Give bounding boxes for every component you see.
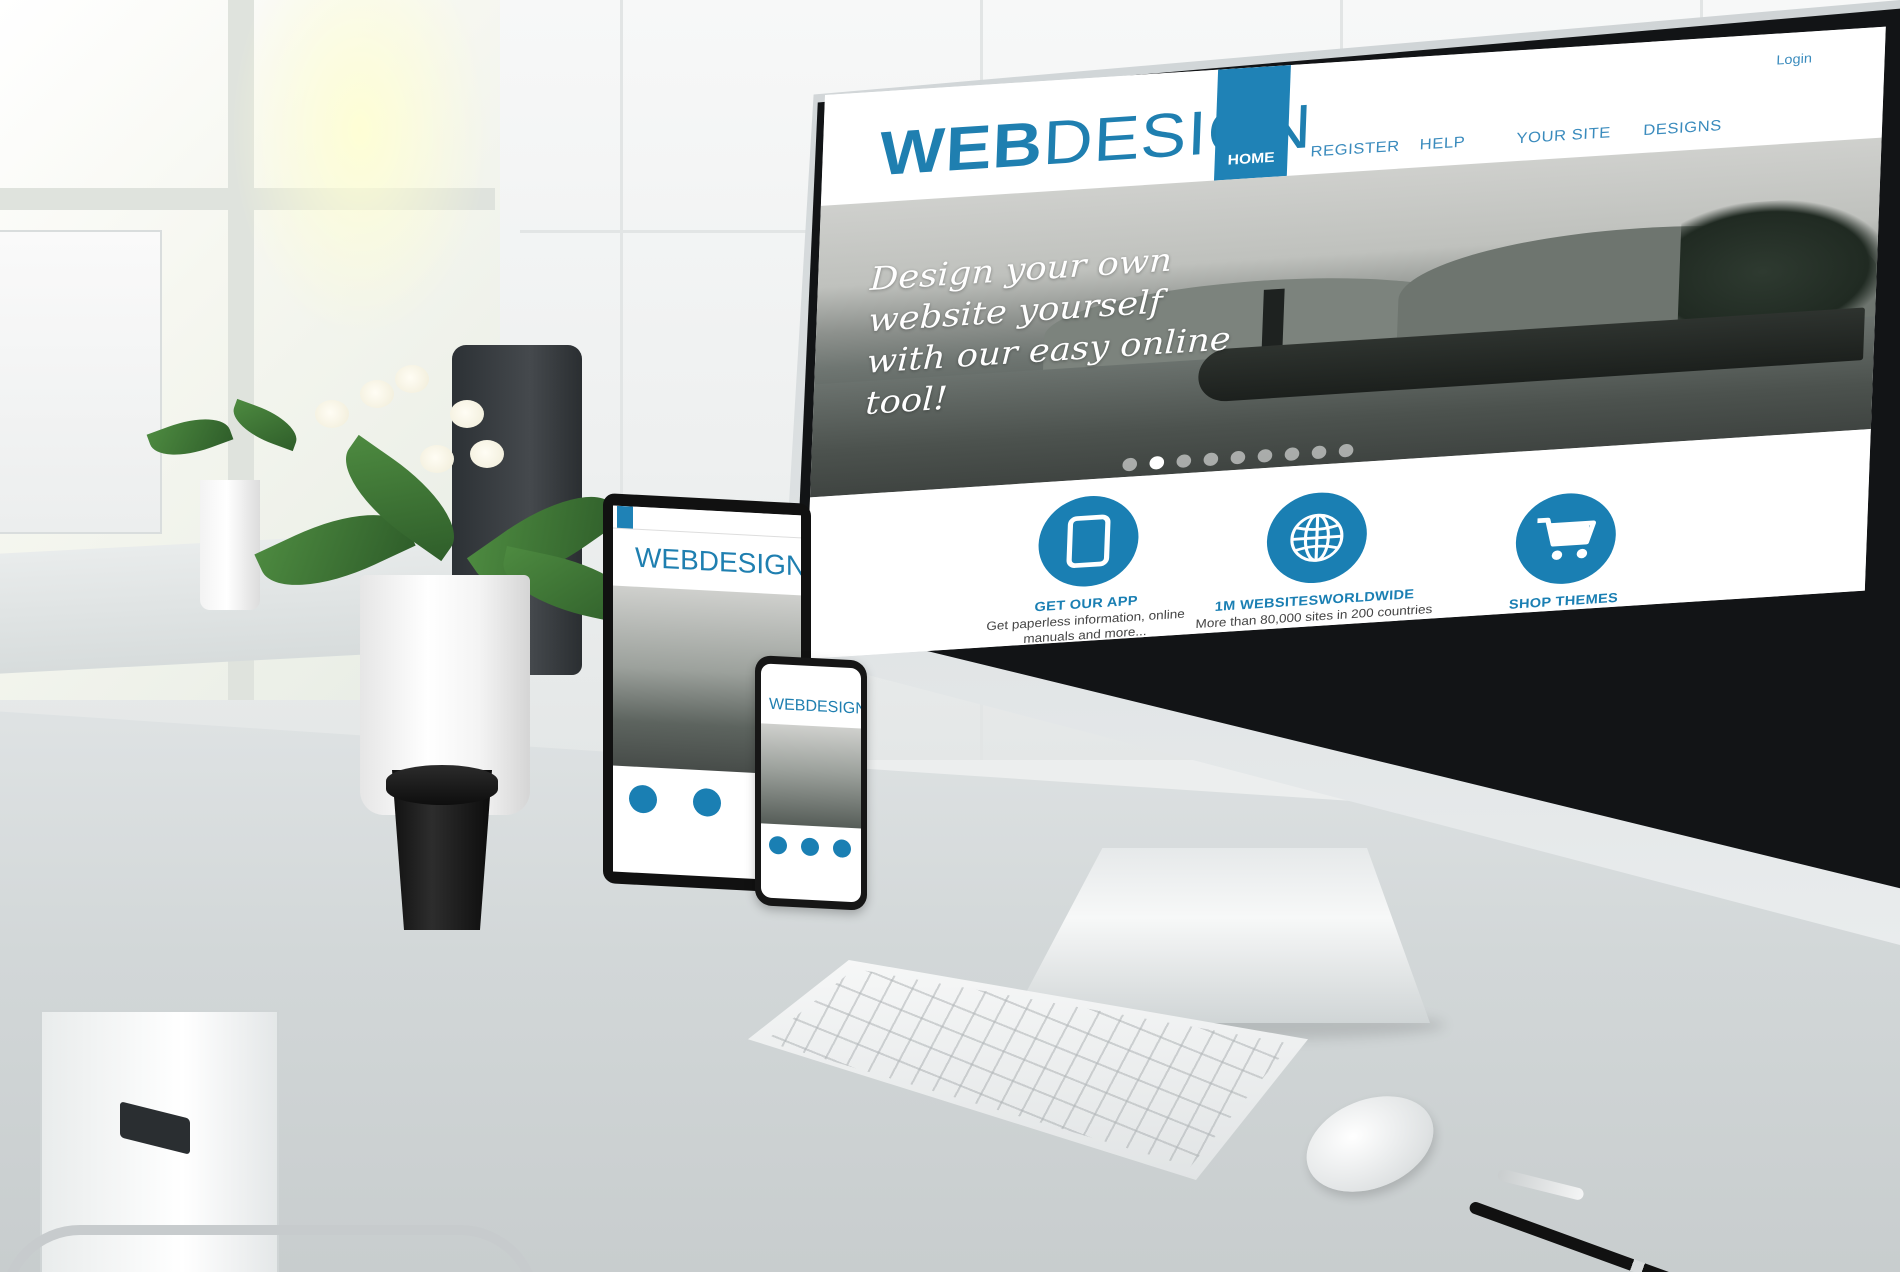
cart-icon: [833, 839, 851, 859]
slider-dot[interactable]: [1203, 452, 1219, 467]
slider-dot[interactable]: [1311, 445, 1327, 460]
tablet-icon: [769, 835, 787, 855]
sunlight: [230, 0, 490, 340]
nav-home-tab[interactable]: HOME: [1213, 64, 1291, 181]
slider-dot[interactable]: [1257, 448, 1273, 463]
orchid-flower: [470, 440, 504, 468]
orchid-flower: [450, 400, 484, 428]
chair-armrest: [0, 1225, 540, 1272]
nav-register[interactable]: REGISTER: [1310, 139, 1400, 162]
tablet-icon: [629, 784, 657, 814]
orchid-flower: [360, 380, 394, 408]
orchid-flower: [315, 400, 349, 428]
nav-help[interactable]: HELP: [1419, 134, 1465, 154]
orchid-flower: [395, 365, 429, 393]
background-plant-pot: [200, 480, 260, 610]
monitor-screen-website: WEBDESIGN HOME REGISTER HELP YOUR SITE D…: [804, 26, 1886, 660]
slider-dot[interactable]: [1176, 453, 1192, 469]
slider-dot-active[interactable]: [1149, 455, 1165, 470]
tablet-home-tab[interactable]: [617, 505, 633, 529]
feature-websites-worldwide[interactable]: 1M WEBSITESWORLDWIDE More than 80,000 si…: [1189, 485, 1444, 633]
hero-tagline: Design your own website yourself with ou…: [864, 241, 1232, 423]
nav-designs[interactable]: DESIGNS: [1643, 118, 1722, 140]
tablet-navbar: [613, 505, 801, 539]
phone-screen: WEBDESIGN: [761, 663, 861, 903]
globe-icon: [693, 787, 721, 818]
phone-logo: WEBDESIGN: [769, 695, 861, 718]
slider-dot[interactable]: [1338, 443, 1354, 458]
cart-icon: [1514, 490, 1618, 587]
coffee-cup-lid: [386, 765, 498, 805]
nav-your-site[interactable]: YOUR SITE: [1516, 125, 1611, 148]
slider-dot[interactable]: [1122, 457, 1138, 472]
login-link[interactable]: Login: [1776, 50, 1812, 67]
globe-icon: [1265, 489, 1369, 587]
tablet-icon: [1036, 492, 1141, 590]
slider-dot[interactable]: [1230, 450, 1246, 465]
background-monitor: [0, 230, 162, 534]
office-scene: WEBDESIGN HOME REGISTER HELP YOUR SITE D…: [0, 0, 1900, 1272]
nav-home-label: HOME: [1227, 149, 1275, 169]
globe-icon: [801, 837, 819, 857]
phone-device: WEBDESIGN: [755, 655, 867, 911]
orchid-flower: [420, 445, 454, 473]
logo-bold: WEB: [878, 108, 1045, 189]
feature-get-app[interactable]: GET OUR APP Get paperless information, o…: [960, 488, 1215, 651]
tablet-logo: WEBDESIGN: [635, 541, 801, 582]
phone-hero: [761, 723, 861, 829]
lighthouse: [1261, 288, 1285, 352]
slider-dot[interactable]: [1284, 447, 1300, 462]
